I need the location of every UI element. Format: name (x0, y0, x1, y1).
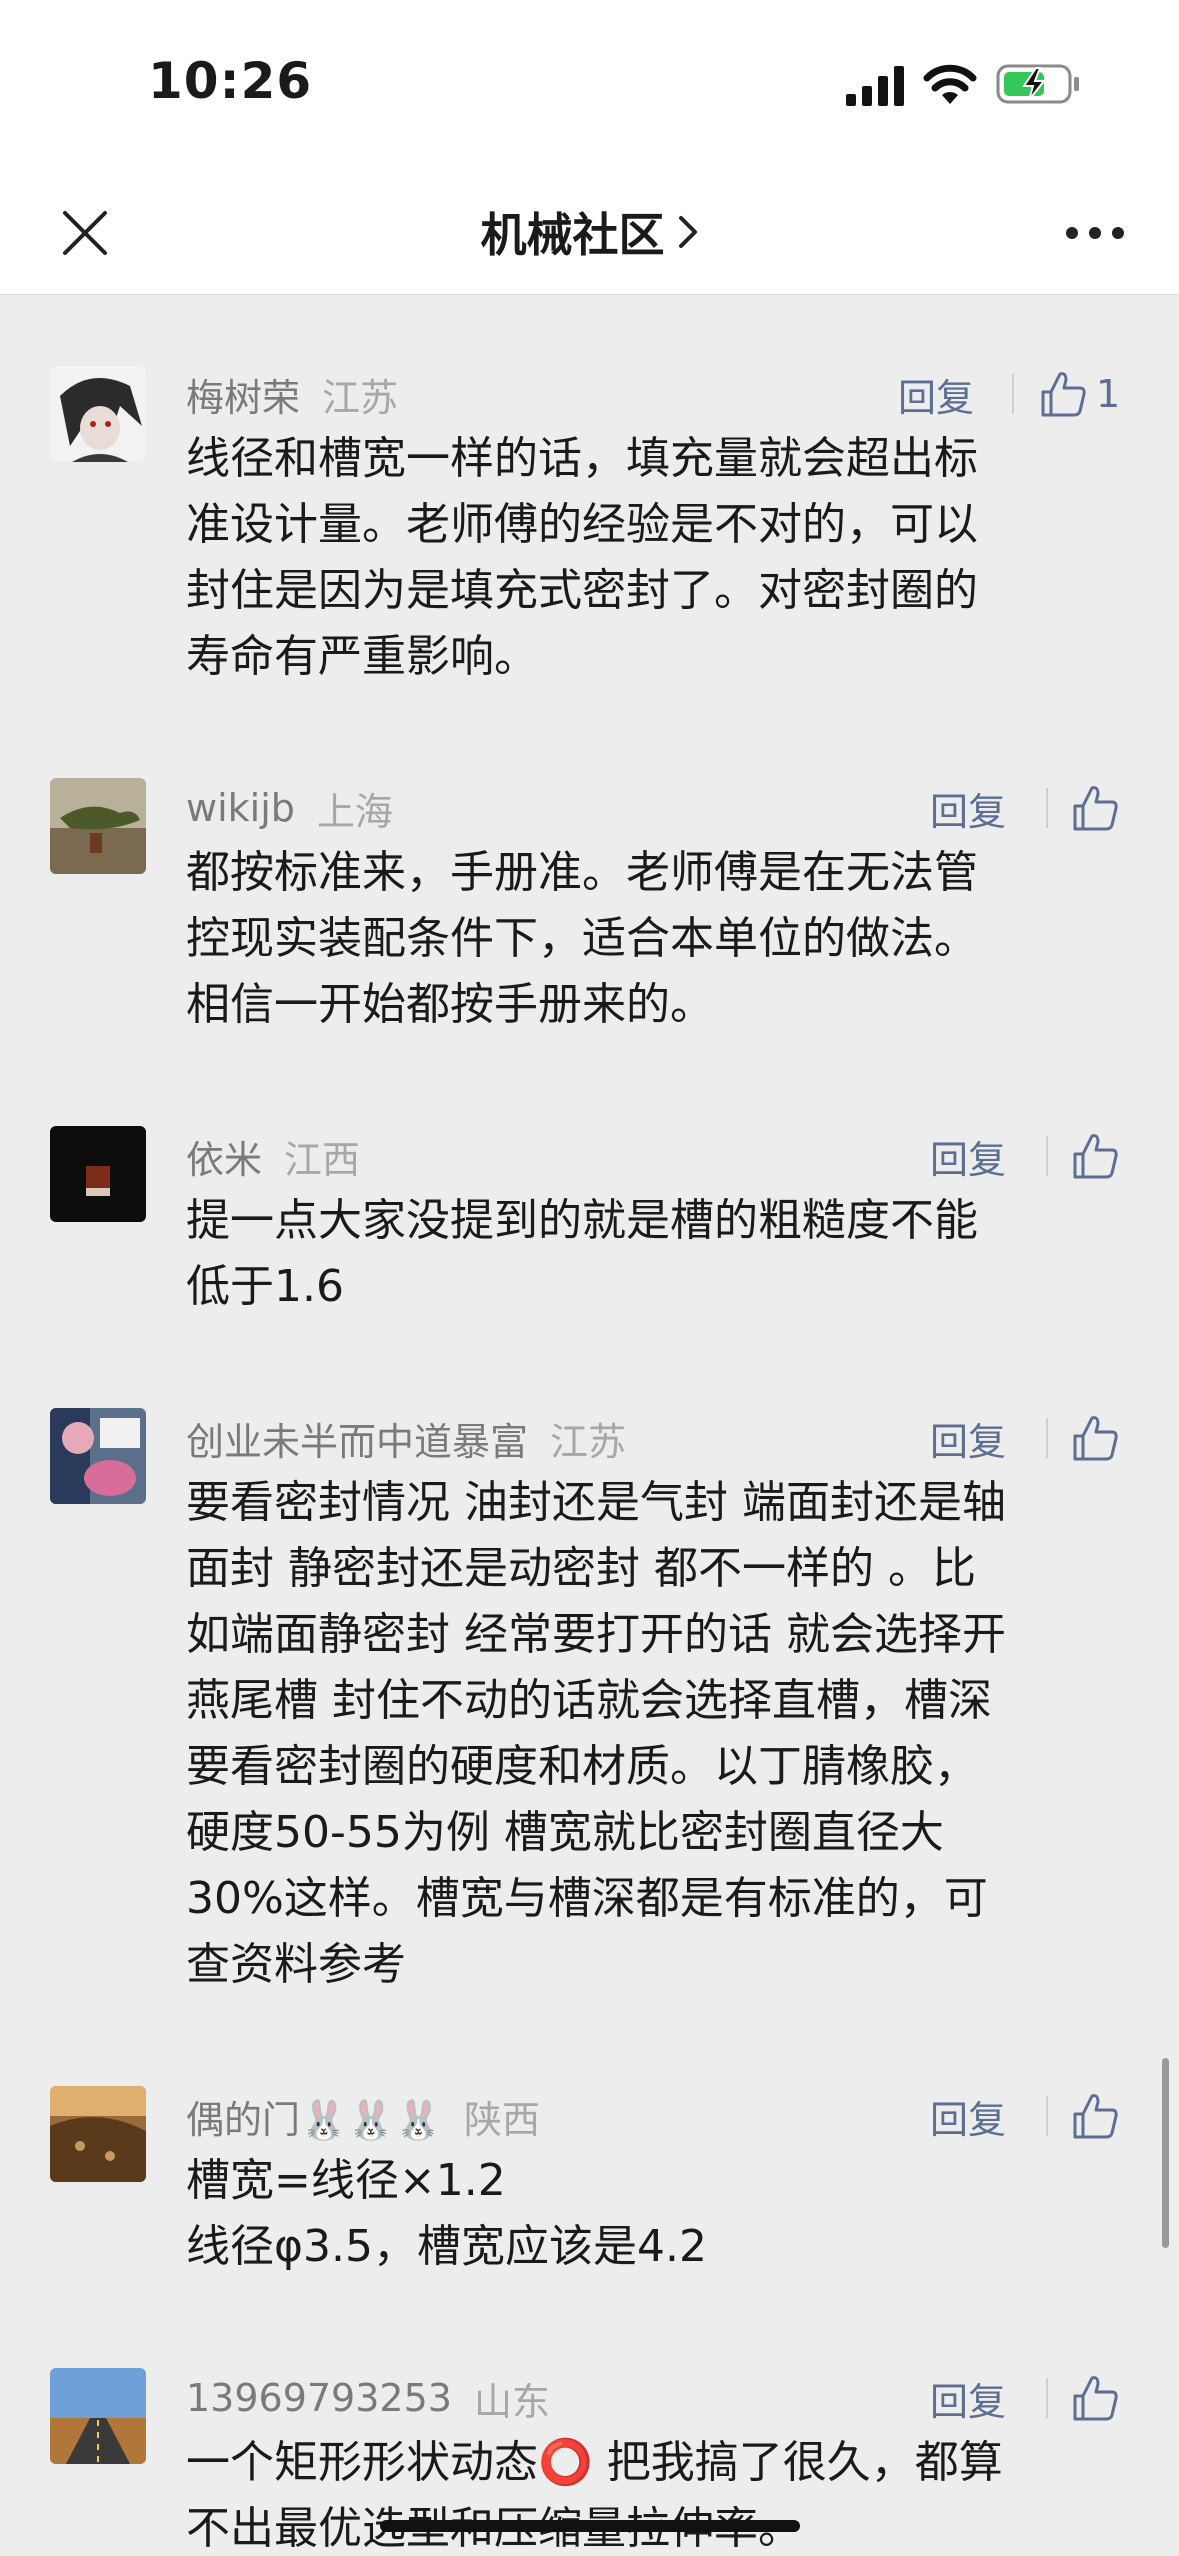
comment-line: 封住是因为是填充式密封了。对密封圈的 (186, 565, 978, 616)
comment-region: 上海 (316, 789, 393, 834)
divider (1046, 2096, 1048, 2136)
comment-text: 槽宽=线径×1.2 线径φ3.5，槽宽应该是4.2 (186, 2148, 1136, 2280)
divider (1046, 1136, 1048, 1176)
comment-line: 都按标准来，手册准。老师傅是在无法管 (186, 847, 978, 898)
comment-line: 面封 静密封还是动密封 都不一样的 。比 (186, 1543, 976, 1594)
home-indicator[interactable] (380, 2520, 800, 2532)
reply-button[interactable]: 回复 (898, 364, 974, 424)
reply-button[interactable]: 回复 (930, 1126, 1006, 1186)
comment-text: 线径和槽宽一样的话，填充量就会超出标 准设计量。老师傅的经验是不对的，可以 封住… (186, 426, 1136, 690)
comment-line: 线径和槽宽一样的话，填充量就会超出标 (186, 433, 978, 484)
comment-author[interactable]: 依米 (186, 1129, 262, 1184)
comment-line: 如端面静密封 经常要打开的话 就会选择开 (186, 1609, 1006, 1660)
avatar[interactable] (50, 366, 146, 462)
comment-region: 江苏 (550, 1419, 627, 1464)
comment-line: 控现实装配条件下，适合本单位的做法。 (186, 913, 978, 964)
comment-author[interactable]: 13969793253 (186, 2376, 452, 2420)
thumbs-up-icon (1073, 1416, 1118, 1461)
comment-line: 查资料参考 (186, 1939, 406, 1990)
page-title: 机械社区 (480, 208, 665, 262)
like-button[interactable] (1072, 776, 1128, 840)
like-button[interactable]: 1 (1040, 362, 1120, 426)
divider (1046, 1418, 1048, 1458)
like-button[interactable] (1072, 2366, 1128, 2430)
avatar[interactable] (50, 1408, 146, 1504)
divider (1046, 2378, 1048, 2418)
wifi-icon (923, 64, 977, 104)
thumbs-up-icon (1073, 786, 1118, 831)
comment-text: 提一点大家没提到的就是槽的粗糙度不能 低于1.6 (186, 1188, 1136, 1320)
avatar[interactable] (50, 2086, 146, 2182)
cellular-signal-icon (846, 66, 904, 106)
like-button[interactable] (1072, 1124, 1128, 1188)
reply-button[interactable]: 回复 (930, 1408, 1006, 1468)
comment-line: 硬度50-55为例 槽宽就比密封圈直径大 (186, 1807, 944, 1858)
comment-line: 低于1.6 (186, 1261, 344, 1312)
comment-line: 一个矩形形状动态⭕️ 把我搞了很久，都算 (186, 2437, 1003, 2488)
scrollbar-thumb[interactable] (1162, 2058, 1169, 2248)
comment-meta: 13969793253 山东 (186, 2368, 550, 2428)
comment-meta: 偶的门🐰🐰🐰 陕西 (186, 2086, 540, 2146)
status-time: 10:26 (148, 52, 313, 110)
reply-button[interactable]: 回复 (930, 2368, 1006, 2428)
comment-text: 一个矩形形状动态⭕️ 把我搞了很久，都算 不出最优选型和压缩量拉伸率。 (186, 2430, 1136, 2556)
avatar[interactable] (50, 778, 146, 874)
comment-line: 提一点大家没提到的就是槽的粗糙度不能 (186, 1195, 978, 1246)
comment-meta: 创业未半而中道暴富 江苏 (186, 1408, 626, 1468)
battery-charging-icon (996, 64, 1079, 104)
like-count: 1 (1096, 372, 1121, 416)
comment-author[interactable]: wikijb (186, 786, 295, 830)
avatar[interactable] (50, 2368, 146, 2464)
comment-region: 江西 (284, 1137, 361, 1182)
comment-author[interactable]: 创业未半而中道暴富 (186, 1411, 528, 1466)
like-button[interactable] (1072, 2084, 1128, 2148)
comment-meta: 梅树荣 江苏 (186, 364, 398, 424)
comment-text: 要看密封情况 油封还是气封 端面封还是轴 面封 静密封还是动密封 都不一样的 。… (186, 1470, 1136, 1998)
divider (1046, 788, 1048, 828)
comment-line: 要看密封圈的硬度和材质。以丁腈橡胶， (186, 1741, 978, 1792)
thumbs-up-icon (1073, 2094, 1118, 2139)
comment-text: 都按标准来，手册准。老师傅是在无法管 控现实装配条件下，适合本单位的做法。 相信… (186, 840, 1136, 1038)
comment-region: 陕西 (463, 2097, 540, 2142)
comment-region: 山东 (473, 2379, 550, 2424)
more-icon (1066, 227, 1124, 239)
comment-line: 寿命有严重影响。 (186, 631, 538, 682)
comment-author[interactable]: 梅树荣 (186, 367, 300, 422)
divider (1012, 374, 1014, 414)
reply-button[interactable]: 回复 (930, 2086, 1006, 2146)
community-title-link[interactable]: 机械社区 (0, 170, 1179, 294)
comment-author[interactable]: 偶的门🐰🐰🐰 (186, 2089, 442, 2144)
comment-line: 线径φ3.5，槽宽应该是4.2 (186, 2221, 707, 2272)
thumbs-up-icon (1073, 2376, 1118, 2421)
comment-line: 燕尾槽 封住不动的话就会选择直槽，槽深 (186, 1675, 992, 1726)
thumbs-up-icon (1073, 1134, 1118, 1179)
comment-region: 江苏 (322, 375, 399, 420)
comment-line: 准设计量。老师傅的经验是不对的，可以 (186, 499, 978, 550)
thumbs-up-icon (1041, 372, 1086, 417)
comment-meta: 依米 江西 (186, 1126, 360, 1186)
avatar[interactable] (50, 1126, 146, 1222)
nav-bar: 机械社区 (0, 170, 1179, 295)
comment-list[interactable]: 梅树荣 江苏 回复 1 线径和槽宽一样的话，填充量就会超出标 准设计量。老师傅的… (0, 294, 1179, 2556)
reply-button[interactable]: 回复 (930, 778, 1006, 838)
chevron-right-icon (678, 216, 697, 248)
comment-line: 槽宽=线径×1.2 (186, 2155, 506, 2206)
status-bar: 10:26 (0, 0, 1179, 170)
comment-line: 要看密封情况 油封还是气封 端面封还是轴 (186, 1477, 1006, 1528)
comment-line: 30%这样。槽宽与槽深都是有标准的，可 (186, 1873, 988, 1924)
comment-meta: wikijb 上海 (186, 778, 393, 838)
comment-line: 相信一开始都按手册来的。 (186, 979, 714, 1030)
more-options-button[interactable] (1060, 198, 1130, 268)
like-button[interactable] (1072, 1406, 1128, 1470)
